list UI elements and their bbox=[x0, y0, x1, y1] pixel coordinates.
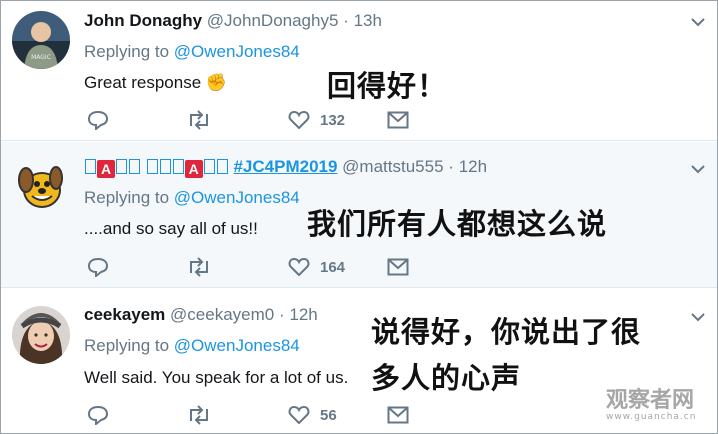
like-button[interactable]: 132 bbox=[288, 110, 345, 130]
avatar[interactable] bbox=[12, 156, 70, 214]
svg-text:MAGIC: MAGIC bbox=[31, 54, 51, 61]
dm-button[interactable] bbox=[387, 111, 409, 129]
retweet-icon bbox=[190, 257, 208, 277]
missing-glyph-box bbox=[146, 159, 158, 174]
caret-down-icon[interactable] bbox=[691, 17, 705, 27]
missing-glyph-box bbox=[116, 159, 127, 174]
retweet-icon bbox=[190, 110, 208, 130]
like-icon bbox=[288, 110, 310, 130]
site-watermark: 观察者网 www.guancha.cn bbox=[606, 382, 696, 422]
retweet-button[interactable] bbox=[187, 257, 211, 277]
tweet-2[interactable]: A A #JC4PM2019 @mattstu555 · 12h Replyin… bbox=[1, 142, 717, 288]
replying-label: Replying to bbox=[84, 336, 170, 355]
tweet-text-content: Great response bbox=[84, 73, 202, 92]
like-icon bbox=[288, 405, 310, 425]
watermark-url: www.guancha.cn bbox=[606, 412, 697, 422]
replying-to: Replying to @OwenJones84 bbox=[84, 188, 300, 208]
reply-mention[interactable]: @OwenJones84 bbox=[174, 188, 300, 207]
tweet-text: Well said. You speak for a lot of us. bbox=[84, 368, 349, 387]
missing-glyph-box bbox=[172, 159, 184, 174]
tweet-header: ceekayem @ceekayem0 · 12h bbox=[84, 305, 318, 325]
caret-down-icon[interactable] bbox=[691, 164, 705, 174]
like-button[interactable]: 56 bbox=[288, 405, 337, 425]
dm-button[interactable] bbox=[387, 258, 409, 276]
reply-mention[interactable]: @OwenJones84 bbox=[174, 42, 300, 61]
caret-down-icon[interactable] bbox=[691, 312, 705, 322]
tweet-header: A A #JC4PM2019 @mattstu555 · 12h bbox=[84, 157, 487, 178]
watermark-text: 观察者网 bbox=[606, 388, 695, 413]
translation-caption-line1: 说得好，你说出了很 bbox=[371, 315, 642, 349]
tweet-text: ....and so say all of us!! bbox=[84, 219, 258, 238]
missing-glyph-box bbox=[85, 159, 96, 174]
letter-a-mark: A bbox=[97, 160, 115, 178]
like-icon bbox=[288, 257, 310, 277]
timestamp[interactable]: 12h bbox=[459, 157, 487, 176]
reply-icon bbox=[87, 405, 109, 425]
dm-icon bbox=[387, 258, 409, 276]
reply-button[interactable] bbox=[87, 405, 109, 425]
dm-icon bbox=[387, 406, 409, 424]
user-handle[interactable]: @ceekayem0 bbox=[170, 305, 274, 324]
reply-icon bbox=[87, 110, 109, 130]
user-handle[interactable]: @JohnDonaghy5 bbox=[207, 11, 339, 30]
tweet-text: Great response ✊ bbox=[84, 73, 227, 93]
missing-glyph-box bbox=[216, 159, 228, 174]
reply-button[interactable] bbox=[87, 257, 109, 277]
reply-button[interactable] bbox=[87, 110, 109, 130]
retweet-icon bbox=[190, 405, 208, 425]
timestamp[interactable]: 13h bbox=[354, 11, 382, 30]
user-handle[interactable]: @mattstu555 bbox=[342, 157, 443, 176]
translation-caption-line2: 多人的心声 bbox=[371, 361, 522, 395]
missing-glyph-box bbox=[203, 159, 215, 174]
separator-dot: · bbox=[343, 11, 349, 30]
like-button[interactable]: 164 bbox=[288, 257, 345, 277]
reply-icon bbox=[87, 257, 109, 277]
display-name[interactable]: John Donaghy bbox=[84, 11, 202, 30]
like-count: 132 bbox=[320, 111, 346, 129]
avatar-image bbox=[12, 306, 70, 364]
dm-icon bbox=[387, 111, 409, 129]
like-count: 164 bbox=[320, 258, 346, 276]
display-name-hashtag[interactable]: #JC4PM2019 bbox=[233, 157, 337, 176]
translation-caption: 我们所有人都想这么说 bbox=[307, 207, 608, 241]
retweet-button[interactable] bbox=[187, 110, 211, 130]
avatar[interactable]: MAGIC bbox=[12, 11, 70, 69]
raised-fist-emoji: ✊ bbox=[205, 73, 228, 92]
replying-to: Replying to @OwenJones84 bbox=[84, 336, 300, 356]
replying-to: Replying to @OwenJones84 bbox=[84, 42, 300, 62]
tweet-header: John Donaghy @JohnDonaghy5 · 13h bbox=[84, 11, 382, 31]
separator-dot: · bbox=[448, 157, 454, 176]
missing-glyph-box bbox=[159, 159, 171, 174]
letter-a-mark: A bbox=[184, 160, 203, 178]
timestamp[interactable]: 12h bbox=[289, 305, 317, 324]
reply-mention[interactable]: @OwenJones84 bbox=[174, 336, 300, 355]
like-count: 56 bbox=[320, 406, 337, 424]
display-name[interactable]: ceekayem bbox=[84, 305, 165, 324]
separator-dot: · bbox=[278, 305, 285, 324]
replying-label: Replying to bbox=[84, 188, 170, 207]
avatar-image bbox=[18, 166, 63, 208]
translation-caption: 回得好！ bbox=[327, 69, 448, 103]
dm-button[interactable] bbox=[387, 406, 409, 424]
avatar-image: MAGIC bbox=[12, 11, 70, 69]
missing-glyph-box bbox=[129, 159, 140, 174]
tweet-1[interactable]: MAGIC John Donaghy @JohnDonaghy5 · 13h R… bbox=[1, 1, 717, 141]
retweet-button[interactable] bbox=[187, 405, 211, 425]
replying-label: Replying to bbox=[84, 42, 170, 61]
avatar[interactable] bbox=[12, 306, 70, 364]
